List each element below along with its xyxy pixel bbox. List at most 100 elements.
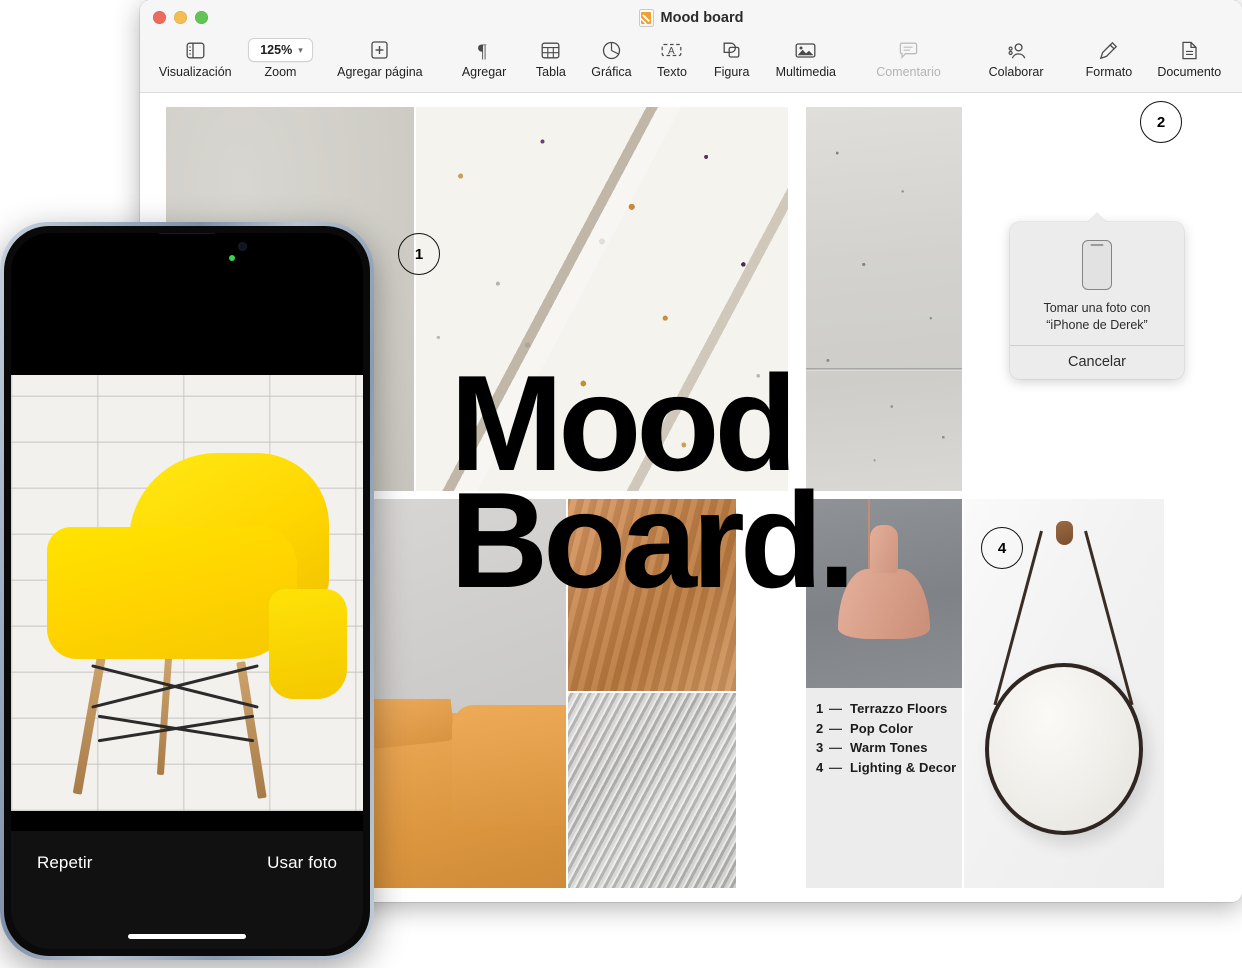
pink-pendant-lamp-photo[interactable] [806, 499, 962, 688]
toolbar-chart-button[interactable]: Gráfica [585, 38, 638, 79]
use-photo-button[interactable]: Usar foto [267, 853, 337, 873]
legend-dash: — [829, 759, 843, 775]
toolbar-table-label: Tabla [535, 65, 566, 79]
list-item: 2 — Pop Color [816, 719, 962, 739]
toolbar-shape-button[interactable]: Figura [706, 38, 757, 79]
iphone-bezel: Repetir Usar foto [4, 226, 370, 956]
camera-in-use-indicator [229, 255, 235, 261]
yellow-chair-white-brick-photo [11, 375, 363, 811]
window-title: Mood board [140, 9, 1242, 27]
earpiece-speaker-icon [158, 233, 216, 234]
toolbar-collaborate-button[interactable]: Colaborar [977, 38, 1055, 79]
marker-badge-2[interactable]: 2 [1140, 101, 1182, 143]
legend-label: Terrazzo Floors [850, 701, 948, 716]
text-box-icon: A [661, 38, 682, 62]
toolbar-media-label: Multimedia [775, 65, 836, 79]
sofa-shape [370, 705, 566, 888]
toolbar-insert-button[interactable]: ¶ Agregar [453, 38, 515, 80]
zoom-value: 125% [260, 43, 293, 57]
chevron-down-icon: ▾ [298, 44, 303, 55]
front-camera-icon [238, 242, 247, 251]
zoom-popup-button[interactable]: 125% ▾ [248, 38, 313, 62]
legend-number: 1 [816, 701, 824, 716]
chart-icon [602, 38, 621, 62]
list-item: 3 — Warm Tones [816, 738, 962, 758]
iphone-screen[interactable]: Repetir Usar foto [11, 233, 363, 949]
mirror-wall-peg [1056, 521, 1073, 545]
pages-document-icon [638, 9, 654, 27]
legend-list: 1 — Terrazzo Floors 2 — Pop Color 3 — Wa… [816, 699, 962, 777]
legend-label: Lighting & Decor [850, 759, 957, 775]
window-traffic-lights[interactable] [153, 11, 208, 24]
toolbar-shape-label: Figura [713, 65, 750, 79]
window-title-text: Mood board [660, 10, 744, 26]
legend-dash: — [829, 701, 843, 716]
legend-dash: — [829, 740, 843, 755]
legend-number: 4 [816, 759, 824, 775]
legend-label: Warm Tones [850, 740, 928, 755]
concrete-wall-photo[interactable] [806, 107, 962, 491]
toolbar-collaborate-label: Colaborar [988, 65, 1044, 79]
toolbar-insert-label: Agregar [461, 65, 507, 79]
grey-fur-rug-photo[interactable] [568, 693, 736, 888]
toolbar-format-button[interactable]: Formato [1077, 38, 1140, 79]
home-indicator[interactable] [128, 934, 246, 939]
popover-message: Tomar una foto con “iPhone de Derek” [1043, 301, 1151, 332]
wood-grain-photo[interactable] [568, 499, 736, 691]
window-titlebar: Mood board [140, 0, 1242, 36]
iphone-device: Repetir Usar foto [0, 222, 374, 960]
legend-dash: — [829, 720, 843, 736]
svg-text:A: A [668, 46, 675, 57]
terrazzo-texture [416, 107, 788, 491]
legend-number: 3 [816, 740, 824, 755]
mirror-glass [985, 663, 1143, 835]
svg-text:¶: ¶ [478, 41, 487, 60]
lamp-shade [838, 525, 930, 639]
shape-icon [722, 38, 741, 62]
marker-badge-1[interactable]: 1 [398, 233, 440, 275]
toolbar-view-button[interactable]: Visualización [156, 38, 234, 79]
continuity-camera-popover[interactable]: Tomar una foto con “iPhone de Derek” Can… [1010, 213, 1184, 379]
fur-texture [568, 693, 736, 888]
table-icon [541, 38, 560, 62]
toolbar-document-label: Documento [1157, 65, 1222, 79]
retake-button[interactable]: Repetir [37, 853, 93, 873]
toolbar-zoom-control[interactable]: 125% ▾ Zoom [246, 38, 314, 79]
toolbar-format-label: Formato [1085, 65, 1133, 79]
toolbar-text-button[interactable]: A Texto [648, 38, 696, 79]
terrazzo-slab-photo[interactable] [416, 107, 788, 491]
camera-actions-bar: Repetir Usar foto [11, 831, 363, 949]
toolbar-document-button[interactable]: Documento [1153, 38, 1226, 79]
toolbar-add-page-button[interactable]: Agregar página [330, 38, 429, 79]
sidebar-icon [186, 38, 205, 62]
toolbar-comment-button[interactable]: Comentario [864, 38, 953, 79]
wood-texture [568, 499, 736, 691]
list-item: 4 — Lighting & Decor [816, 758, 962, 778]
chair-armrest [269, 589, 347, 699]
toolbar-zoom-label: Zoom [264, 65, 297, 79]
iphone-icon [1082, 240, 1112, 290]
toolbar-comment-label: Comentario [876, 65, 941, 79]
chair-seat [47, 527, 297, 659]
toolbar-media-button[interactable]: Multimedia [767, 38, 844, 79]
format-brush-icon [1099, 38, 1118, 62]
concrete-texture [806, 107, 962, 491]
media-icon [795, 38, 816, 62]
add-page-icon [371, 38, 389, 62]
comment-icon [899, 38, 918, 62]
zoom-button[interactable] [195, 11, 208, 24]
minimize-button[interactable] [174, 11, 187, 24]
tan-leather-sofa-photo[interactable] [370, 699, 566, 888]
close-button[interactable] [153, 11, 166, 24]
toolbar-add-page-label: Agregar página [337, 65, 423, 79]
toolbar: Visualización 125% ▾ Zoom Agregar página [140, 36, 1242, 93]
marker-badge-4[interactable]: 4 [981, 527, 1023, 569]
collaborate-icon [1006, 38, 1027, 62]
toolbar-chart-label: Gráfica [591, 65, 632, 79]
cancel-button[interactable]: Cancelar [1010, 346, 1184, 379]
document-icon [1181, 38, 1198, 62]
popover-body: Tomar una foto con “iPhone de Derek” [1010, 222, 1184, 345]
paragraph-icon: ¶ [477, 38, 492, 62]
toolbar-table-button[interactable]: Tabla [527, 38, 575, 79]
list-item: 1 — Terrazzo Floors [816, 699, 962, 719]
